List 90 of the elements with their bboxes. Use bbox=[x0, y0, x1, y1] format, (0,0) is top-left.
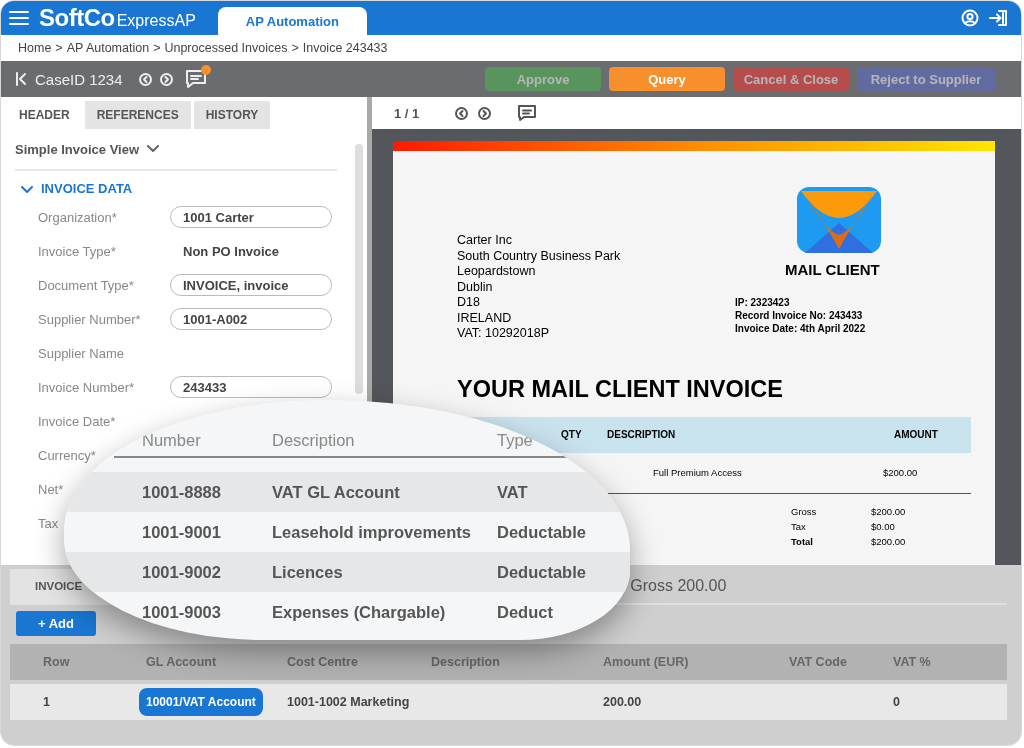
address-line: Leopardstown bbox=[457, 264, 537, 280]
column-header: AMOUNT bbox=[893, 429, 939, 440]
add-button[interactable]: + Add bbox=[16, 611, 96, 636]
product-name: ExpressAP bbox=[116, 12, 196, 30]
field-label: Currency* bbox=[38, 448, 96, 463]
account-number: 1001-9003 bbox=[142, 602, 221, 622]
previous-icon[interactable] bbox=[455, 106, 469, 120]
address-line: Dublin bbox=[457, 279, 494, 295]
breadcrumb-link[interactable]: AP Automation bbox=[66, 41, 150, 55]
column-header: QTY bbox=[560, 429, 583, 440]
column-header: Description bbox=[272, 431, 355, 450]
field-label: Invoice Type* bbox=[38, 244, 116, 259]
field-label: Invoice Date* bbox=[38, 414, 116, 429]
field-value: Non PO Invoice bbox=[182, 243, 280, 259]
account-number: 1001-8888 bbox=[142, 482, 221, 502]
address-line: D18 bbox=[457, 295, 481, 311]
address-line: IRELAND bbox=[457, 310, 513, 326]
chevron-down-icon bbox=[147, 145, 160, 153]
field-label: Tax bbox=[38, 516, 59, 531]
account-description: Expenses (Chargable) bbox=[272, 602, 446, 622]
page-counter: 1 / 1 bbox=[394, 105, 420, 121]
column-header: DESCRIPTION bbox=[607, 429, 677, 440]
table-cell-text: 1 bbox=[43, 695, 51, 709]
address-line: Carter Inc bbox=[457, 233, 513, 249]
column-header: GL Account bbox=[146, 655, 218, 669]
account-description: VAT GL Account bbox=[272, 482, 400, 502]
case-id: CaseID 1234 bbox=[35, 70, 123, 88]
column-header: Type bbox=[497, 431, 533, 450]
total-value: $200.00 bbox=[871, 534, 907, 549]
panel-tab[interactable]: HISTORY bbox=[193, 101, 271, 129]
logout-icon[interactable] bbox=[989, 9, 1009, 27]
column-header: VAT Code bbox=[789, 655, 848, 669]
field-label: Document Type* bbox=[38, 278, 134, 293]
account-type: Deductable bbox=[497, 522, 586, 542]
field-label: Invoice Number* bbox=[38, 380, 135, 395]
field-label: Supplier Number* bbox=[38, 312, 141, 327]
scrollbar[interactable] bbox=[355, 144, 363, 394]
total-value: $0.00 bbox=[871, 519, 896, 534]
column-header: Description bbox=[431, 655, 501, 669]
table-row[interactable]: 1 10001/VAT Account 1001-1002 Marketing 200.00 0 bbox=[10, 684, 1007, 720]
column-header: Cost Centre bbox=[287, 655, 359, 669]
total-label: Total bbox=[791, 534, 814, 549]
invoice-meta: Invoice Date: 4th April 2022 bbox=[735, 322, 867, 335]
invoice-meta: IP: 2323423 bbox=[735, 296, 791, 309]
account-number: 1001-9001 bbox=[142, 522, 221, 542]
gross-summary: Gross 200.00 bbox=[630, 577, 727, 595]
account-description: Leasehold improvements bbox=[272, 522, 471, 542]
breadcrumb-separator: > bbox=[291, 41, 299, 55]
field-label: Organization* bbox=[38, 210, 117, 225]
comment-icon[interactable] bbox=[517, 104, 538, 122]
section-title: INVOICE DATA bbox=[41, 181, 133, 196]
brand-logo: SoftCo bbox=[39, 4, 115, 32]
account-description: Licences bbox=[272, 562, 343, 582]
table-cell-text: 1001-1002 Marketing bbox=[287, 695, 411, 709]
next-icon[interactable] bbox=[478, 106, 492, 120]
address-line: South Country Business Park bbox=[457, 248, 622, 264]
item-amount: $200.00 bbox=[883, 467, 919, 478]
table-cell-text: 0 bbox=[893, 695, 901, 709]
brand-name: MAIL CLIENT bbox=[785, 261, 881, 278]
account-type: VAT bbox=[497, 482, 528, 502]
account-type: Deduct bbox=[497, 602, 553, 622]
total-label: Tax bbox=[791, 519, 807, 534]
app-tab[interactable]: AP Automation bbox=[217, 7, 367, 35]
account-type: Deductable bbox=[497, 562, 586, 582]
breadcrumb-link[interactable]: Home bbox=[18, 41, 52, 55]
back-icon[interactable] bbox=[15, 72, 27, 86]
breadcrumb-link[interactable]: Unprocessed Invoices bbox=[164, 41, 288, 55]
envelope-logo-icon bbox=[797, 187, 881, 253]
menu-icon[interactable] bbox=[9, 10, 29, 26]
item-description: Full Premium Access bbox=[653, 467, 743, 478]
invoice-title: YOUR MAIL CLIENT INVOICE bbox=[457, 375, 784, 403]
panel-tab[interactable]: REFERENCES bbox=[84, 101, 191, 129]
address-line: VAT: 10292018P bbox=[457, 326, 550, 342]
gl-account-chip[interactable]: 10001/VAT Account bbox=[139, 688, 263, 716]
column-header: Number bbox=[142, 431, 201, 450]
table-cell-text: 200.00 bbox=[603, 695, 643, 709]
view-dropdown[interactable]: Simple Invoice View bbox=[15, 129, 337, 171]
total-label: Gross bbox=[791, 504, 818, 519]
breadcrumb-link[interactable]: Invoice 243433 bbox=[302, 41, 388, 55]
field-label: Net* bbox=[38, 482, 64, 497]
breadcrumb-separator: > bbox=[55, 41, 63, 55]
account-number: 1001-9002 bbox=[142, 562, 221, 582]
user-icon[interactable] bbox=[961, 9, 979, 27]
column-header: Row bbox=[43, 655, 71, 669]
total-value: $200.00 bbox=[871, 504, 907, 519]
invoice-meta: Record Invoice No: 243433 bbox=[735, 309, 864, 322]
breadcrumb-separator: > bbox=[153, 41, 161, 55]
column-header: VAT % bbox=[893, 655, 932, 669]
field-label: Supplier Name bbox=[38, 346, 124, 361]
column-header: Amount (EUR) bbox=[603, 655, 690, 669]
